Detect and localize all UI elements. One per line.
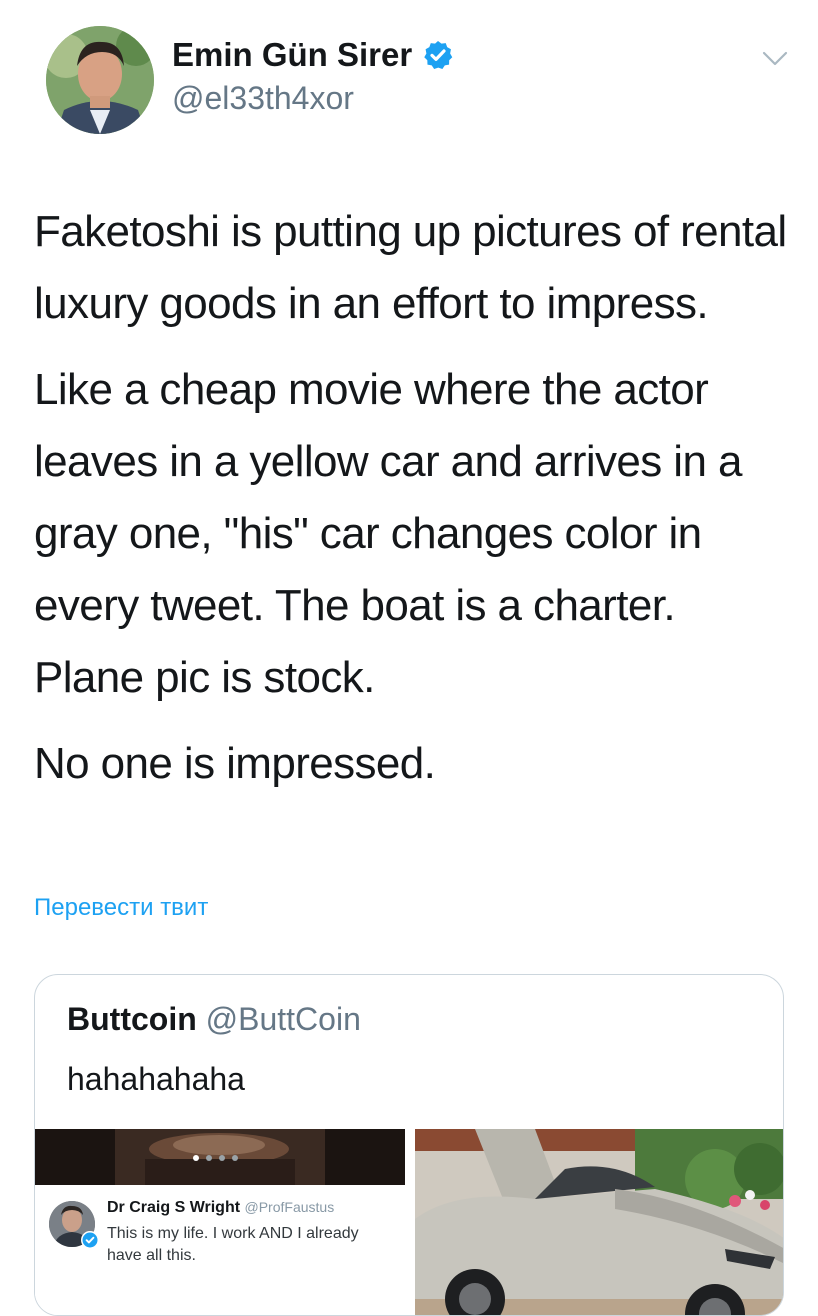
author-name-row: Emin Gün Sirer [172, 36, 454, 74]
chevron-down-icon[interactable] [762, 50, 788, 68]
tweet-paragraph: Like a cheap movie where the actor leave… [34, 365, 742, 702]
tweet-paragraph: Faketoshi is putting up pictures of rent… [34, 207, 787, 328]
embedded-tweet: Dr Craig S Wright @ProfFaustus This is m… [35, 1185, 405, 1315]
embedded-author-name: Dr Craig S Wright [107, 1199, 241, 1216]
embedded-author-handle: @ProfFaustus [244, 1199, 335, 1215]
verified-badge-icon [81, 1231, 99, 1249]
quoted-author-name: Buttcoin [67, 1001, 197, 1037]
quoted-author-handle: @ButtCoin [205, 1001, 361, 1037]
embedded-tweet-text: This is my life. I work AND I already ha… [107, 1225, 359, 1264]
verified-badge-icon [424, 41, 453, 69]
author-handle[interactable]: @el33th4xor [172, 80, 354, 117]
quoted-tweet-card[interactable]: Buttcoin @ButtCoin hahahahaha Dr Craig S… [34, 974, 784, 1316]
author-name[interactable]: Emin Gün Sirer [172, 36, 412, 74]
screenshot-photo [35, 1129, 405, 1185]
translate-tweet-link[interactable]: Перевести твит [34, 894, 208, 922]
quoted-media-car-photo[interactable] [415, 1129, 783, 1315]
tweet-paragraph: No one is impressed. [34, 739, 436, 788]
quoted-tweet-header: Buttcoin @ButtCoin [67, 1001, 361, 1038]
quoted-tweet-text: hahahahaha [67, 1061, 245, 1097]
tweet-text: Faketoshi is putting up pictures of rent… [34, 196, 794, 814]
carousel-dots [193, 1155, 238, 1161]
embedded-author: Dr Craig S Wright @ProfFaustus [107, 1199, 334, 1217]
author-avatar[interactable] [46, 26, 154, 134]
quoted-media-screenshot[interactable]: Dr Craig S Wright @ProfFaustus This is m… [35, 1129, 405, 1315]
